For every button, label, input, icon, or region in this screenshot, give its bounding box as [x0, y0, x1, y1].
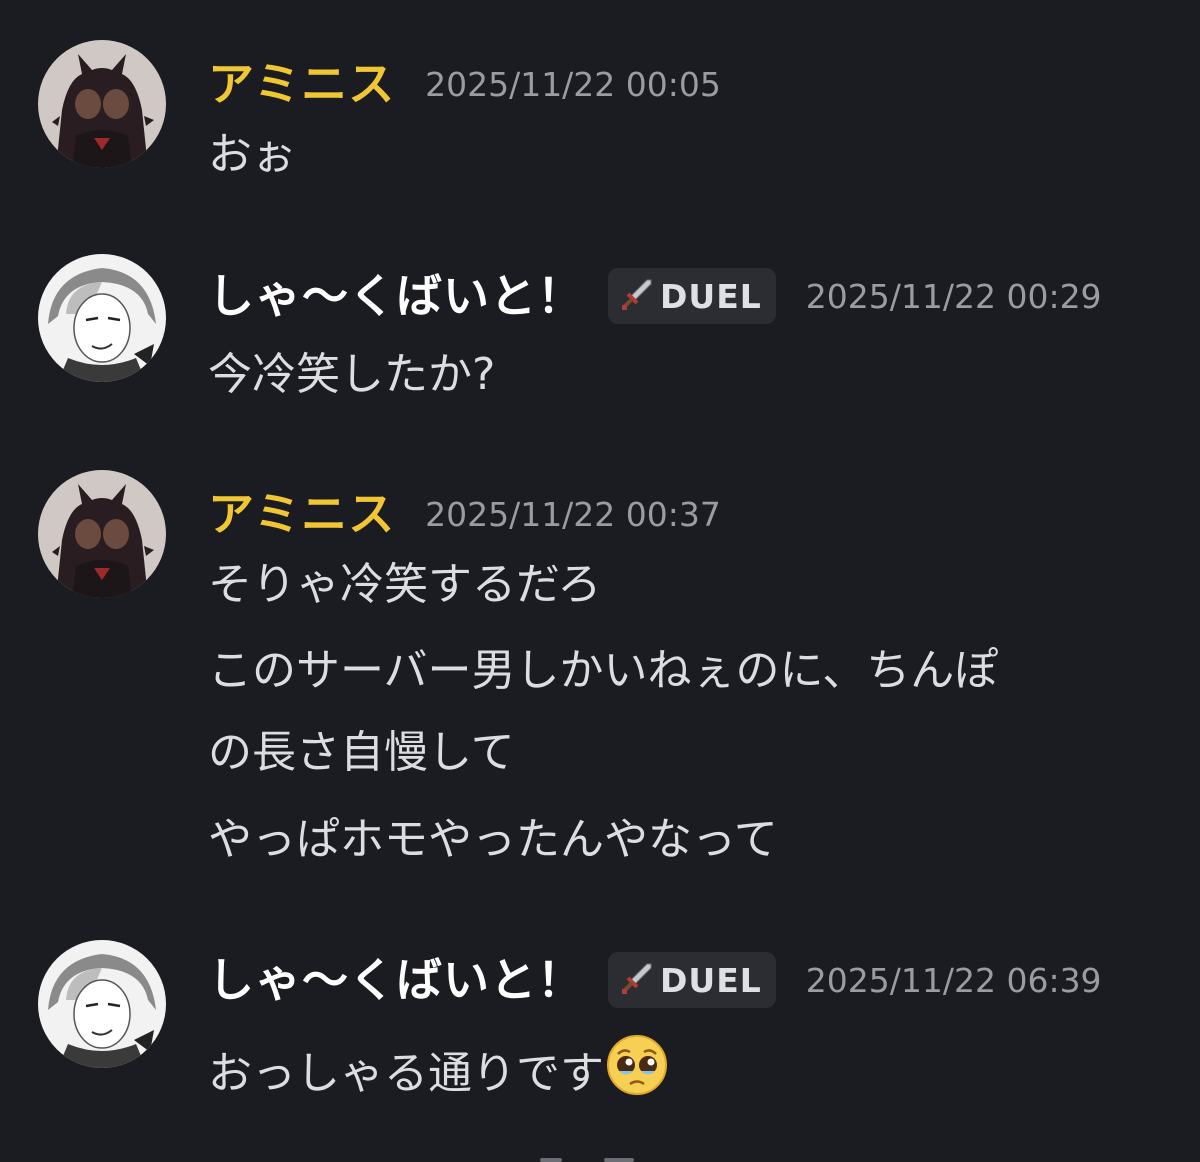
timestamp: 2025/11/22 00:29: [805, 276, 1102, 316]
guild-tag[interactable]: DUEL: [608, 952, 776, 1008]
message-text: やっぱホモやったんやなって: [208, 814, 778, 865]
guild-tag[interactable]: DUEL: [608, 268, 776, 324]
username[interactable]: アミニス: [208, 61, 395, 107]
timestamp: 2025/11/22 06:39: [805, 960, 1102, 1000]
message-text: おっしゃる通りです: [208, 1034, 668, 1104]
sword-icon: [620, 277, 654, 315]
username[interactable]: アミニス: [208, 491, 395, 537]
message-text: そりゃ冷笑するだろ: [208, 559, 602, 610]
username[interactable]: しゃ〜くばいと！: [208, 957, 584, 1003]
message-text-content: おっしゃる通りです: [208, 1048, 604, 1099]
pleading-face-emoji: [606, 1034, 668, 1104]
tag-label: DUEL: [660, 276, 762, 316]
username[interactable]: しゃ〜くばいと！: [208, 273, 584, 319]
avatar-aminisu[interactable]: [38, 470, 166, 598]
avatar-aminisu[interactable]: [38, 40, 166, 168]
message-text: の長さ自慢して: [208, 727, 515, 778]
date-divider-partial: [540, 1156, 660, 1162]
message-text: このサーバー男しかいねぇのに、ちんぽ: [208, 645, 999, 696]
avatar-sharkbite[interactable]: [38, 254, 166, 382]
avatar-sharkbite[interactable]: [38, 940, 166, 1068]
message-text: おぉ: [208, 129, 296, 180]
tag-label: DUEL: [660, 960, 762, 1000]
message-text: 今冷笑したか?: [208, 349, 496, 400]
timestamp: 2025/11/22 00:37: [425, 494, 721, 534]
sword-icon: [620, 961, 654, 999]
timestamp: 2025/11/22 00:05: [425, 64, 721, 104]
